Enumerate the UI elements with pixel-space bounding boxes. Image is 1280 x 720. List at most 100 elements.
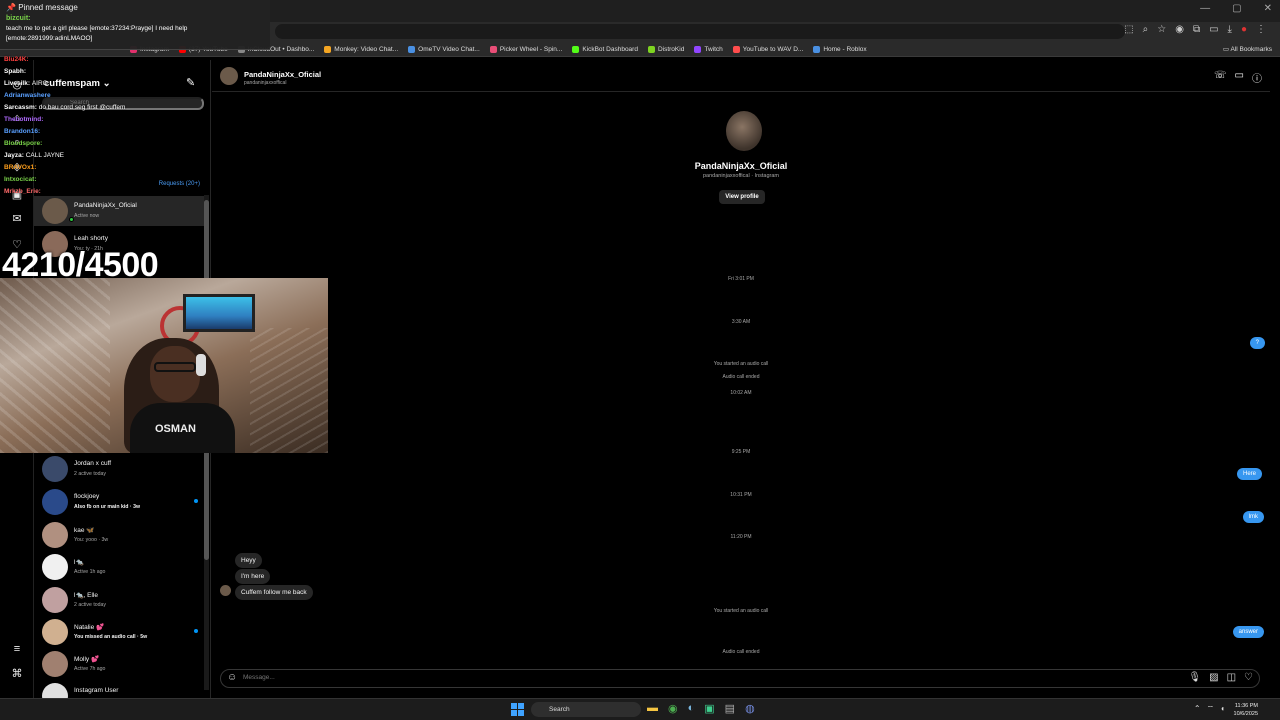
chat-username: Intxocicat:	[4, 176, 37, 183]
minimize-icon[interactable]: —	[1200, 3, 1210, 14]
app-icon[interactable]: ▣	[704, 702, 714, 715]
bookmark-item[interactable]: OmeTV Video Chat...	[408, 42, 480, 57]
conversation-item[interactable]: flockjoey Also fb on ur main kid · 3w	[42, 487, 202, 517]
avatar[interactable]	[220, 585, 231, 596]
menu-icon[interactable]: ⋮	[1256, 24, 1266, 35]
image-icon[interactable]: ▨	[1209, 672, 1218, 683]
outgoing-message[interactable]: Here	[1236, 468, 1262, 480]
system-tray: ⌃ ⌔ ◖	[1194, 704, 1225, 714]
bookmark-label: KickBot Dashboard	[582, 46, 638, 53]
video-call-icon[interactable]: ▭	[1235, 70, 1244, 85]
more-menu-icon[interactable]: ≡	[10, 643, 24, 657]
outgoing-message[interactable]: lmk	[1242, 511, 1264, 523]
close-icon[interactable]: ✕	[1264, 3, 1272, 14]
bookmark-label: Home - Roblox	[823, 46, 867, 53]
profile-icon[interactable]: ●	[1241, 24, 1247, 35]
emoji-icon[interactable]: ☺	[227, 672, 237, 683]
clock-time: 11:36 PM	[1234, 703, 1258, 709]
incoming-message[interactable]: I'm here	[235, 569, 271, 584]
chevron-up-icon[interactable]: ⌃	[1194, 704, 1201, 714]
chat-username: Mrkzb_Erie:	[4, 188, 41, 195]
download-icon[interactable]: ⤓	[1228, 24, 1232, 35]
heart-icon[interactable]: ♡	[1244, 672, 1253, 683]
conversation-preview: You missed an audio call · 5w	[74, 634, 148, 640]
timestamp: 3:30 AM	[731, 319, 751, 325]
sidebar-icon[interactable]: ▭	[1209, 24, 1218, 35]
stream-chat-line: Mrkzb_Erie:	[4, 188, 41, 195]
extension-icon[interactable]: ◉	[1175, 24, 1184, 35]
bookmark-item[interactable]: Twitch	[694, 42, 723, 57]
conversation-item[interactable]: Natalie 💕 You missed an audio call · 5w	[42, 617, 202, 647]
avatar[interactable]	[220, 67, 238, 85]
chrome-icon[interactable]: ◉	[668, 702, 678, 715]
app-icon[interactable]: ▤	[725, 702, 735, 715]
microphone-icon[interactable]: 🎙	[1188, 672, 1201, 683]
bookmark-favicon-icon	[572, 46, 580, 53]
timestamp: 10:31 PM	[730, 492, 752, 498]
discord-icon[interactable]: ◍	[745, 702, 755, 715]
conversation-item[interactable]: Jordan x cuff 2 active today	[42, 454, 202, 484]
maximize-icon[interactable]: ▢	[1232, 3, 1241, 14]
phone-icon[interactable]: ☏	[1214, 70, 1227, 85]
bookmark-item[interactable]: KickBot Dashboard	[572, 42, 638, 57]
system-message: You started an audio call	[713, 608, 769, 614]
install-icon[interactable]: ⬚	[1124, 24, 1133, 35]
file-explorer-icon[interactable]: ▬	[647, 702, 658, 715]
puzzle-icon[interactable]: ⧉	[1193, 24, 1200, 35]
chat-handle: pandaninjaxxoffical	[244, 80, 287, 86]
bookmark-item[interactable]: Monkey: Video Chat...	[324, 42, 398, 57]
streamer-face	[150, 346, 200, 402]
messenger-icon[interactable]: ✉	[10, 212, 24, 226]
sticker-icon[interactable]: ◫	[1227, 672, 1236, 683]
bookmark-item[interactable]: YouTube to WAV D...	[732, 42, 803, 57]
avatar	[42, 651, 68, 677]
bookmark-favicon-icon	[324, 46, 332, 53]
system-message: Audio call ended	[722, 649, 760, 655]
message-input[interactable]	[243, 674, 1143, 681]
chat-message: CALL JAYNE	[25, 152, 64, 159]
message-composer: ☺ 🎙 ▨ ◫ ♡	[220, 669, 1260, 688]
bookmark-item[interactable]: Picker Wheel - Spin...	[489, 42, 562, 57]
bookmark-item[interactable]: Home - Roblox	[813, 42, 867, 57]
star-icon[interactable]: ☆	[1157, 24, 1166, 35]
stream-chat-line: Thebotmind:	[4, 116, 43, 123]
conversation-item[interactable]: l🐀 Active 1h ago	[42, 552, 202, 582]
stream-chat-line: Brandon16:	[4, 128, 40, 135]
conversation-item[interactable]: Molly 💕 Active 7h ago	[42, 649, 202, 679]
chat-title[interactable]: PandaNinjaXx_Oficial	[244, 70, 321, 79]
chat-message: AIRO	[31, 80, 48, 87]
stream-chat-line: Intxocicat:	[4, 176, 37, 183]
incoming-message[interactable]: Cuffem follow me back	[235, 585, 313, 600]
threads-icon[interactable]: ⌘	[10, 667, 24, 681]
taskbar-search[interactable]: Search	[531, 702, 641, 717]
avatar	[42, 456, 68, 482]
all-bookmarks-button[interactable]: ▭ All Bookmarks	[1223, 42, 1272, 57]
address-bar[interactable]	[275, 24, 1125, 39]
incoming-message[interactable]: Heyy	[235, 553, 262, 568]
chat-username: Bloodspore:	[4, 140, 43, 147]
info-icon[interactable]: ⓘ	[1252, 70, 1262, 85]
glasses	[154, 362, 196, 372]
wifi-icon[interactable]: ⌔	[1207, 704, 1215, 714]
profile-name: PandaNinjaXx_Oficial	[694, 161, 788, 171]
conversation-item[interactable]: l🐀, Elle 2 active today	[42, 585, 202, 615]
clock[interactable]: 11:36 PM 10/6/2025	[1234, 702, 1258, 718]
profile-subtitle: pandaninjaxxoffical · Instagram	[702, 173, 780, 179]
avatar	[42, 554, 68, 580]
chat-username: Sarcassm:	[4, 104, 37, 111]
stream-chat-line: Spabh:	[4, 68, 26, 75]
zoom-icon[interactable]: ⌕	[1143, 24, 1149, 35]
conversation-item[interactable]: kae 🦋 You: yooo · 3w	[42, 520, 202, 550]
volume-icon[interactable]: ◖	[1220, 704, 1225, 714]
conversation-preview: Active now	[74, 213, 100, 219]
bookmark-favicon-icon	[489, 46, 497, 53]
bookmark-item[interactable]: DistroKid	[647, 42, 684, 57]
chat-panel: PandaNinjaXx_Oficial pandaninjaxxoffical…	[212, 60, 1270, 700]
start-button[interactable]	[511, 703, 524, 716]
conversation-name: l🐀, Elle	[74, 592, 98, 599]
chat-username: BRAVOx1:	[4, 164, 37, 171]
steam-icon[interactable]: ◐	[688, 702, 695, 715]
outgoing-message[interactable]: ?	[1249, 337, 1265, 349]
outgoing-message[interactable]: answer	[1232, 626, 1264, 638]
view-profile-button[interactable]: View profile	[719, 190, 765, 204]
